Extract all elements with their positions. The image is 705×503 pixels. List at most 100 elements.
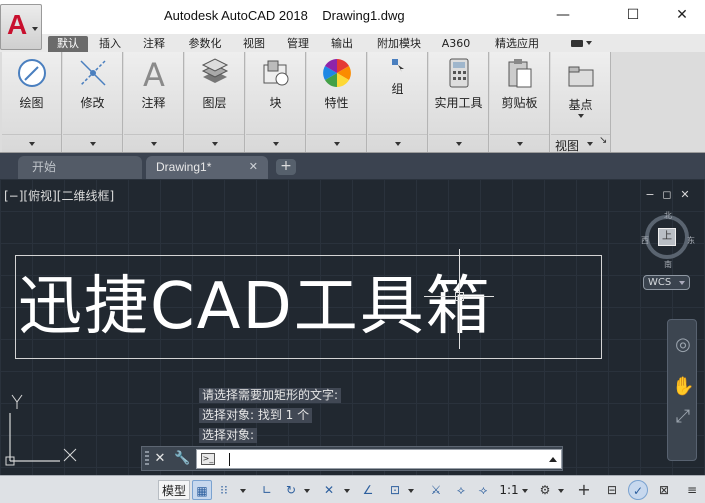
- close-icon[interactable]: ✕: [249, 156, 258, 179]
- isometric-icon[interactable]: ✕: [318, 480, 340, 500]
- ucs-icon: [5, 394, 77, 466]
- ribbon-display-toggle[interactable]: [568, 37, 594, 49]
- annotation-scale-icon[interactable]: ⟢: [474, 480, 492, 500]
- tab-parametric[interactable]: 参数化: [180, 36, 230, 52]
- minimize-button[interactable]: —: [540, 0, 586, 30]
- navigation-bar: ◎ ✋ ⤢: [667, 319, 697, 461]
- crosshair-pickbox: [455, 292, 464, 301]
- pan-hand-icon[interactable]: ✋: [672, 376, 694, 398]
- object-snap-icon[interactable]: ⊡: [386, 480, 404, 500]
- chevron-down-icon[interactable]: [587, 142, 593, 146]
- panel-draw[interactable]: 绘图: [2, 52, 62, 152]
- panel-label-layers: 图层: [202, 96, 227, 110]
- tab-insert[interactable]: 插入: [92, 36, 128, 52]
- viewport-close-icon[interactable]: ✕: [678, 189, 692, 201]
- panel-view[interactable]: 基点 视图 ↘: [551, 52, 611, 153]
- command-prompt-icon[interactable]: >_: [201, 453, 215, 465]
- tab-start[interactable]: 开始: [18, 156, 142, 179]
- panel-launcher-icon[interactable]: ↘: [599, 135, 607, 146]
- chevron-up-icon[interactable]: [549, 457, 557, 462]
- tab-featured-apps[interactable]: 精选应用: [484, 36, 550, 52]
- panel-modify[interactable]: 修改: [63, 52, 123, 152]
- chevron-down-icon[interactable]: [333, 142, 340, 146]
- tab-output[interactable]: 输出: [324, 36, 360, 52]
- menu-icon[interactable]: ≡: [682, 480, 702, 500]
- gear-icon[interactable]: ⚙: [536, 480, 554, 500]
- chevron-down-icon[interactable]: [150, 142, 157, 146]
- snap-icon[interactable]: ⁝⁝: [214, 480, 234, 500]
- tab-view[interactable]: 视图: [236, 36, 272, 52]
- chevron-down-icon[interactable]: [211, 142, 218, 146]
- panel-utilities[interactable]: 实用工具: [429, 52, 489, 152]
- tab-default[interactable]: 默认: [48, 36, 88, 52]
- tab-drawing1[interactable]: Drawing1* ✕: [146, 156, 268, 179]
- viewport-restore-icon[interactable]: ◻: [660, 189, 674, 201]
- chevron-down-icon[interactable]: [240, 489, 246, 493]
- chevron-down-icon[interactable]: [522, 489, 528, 493]
- polar-tracking-icon[interactable]: ↻: [282, 480, 300, 500]
- chevron-down-icon[interactable]: [394, 142, 401, 146]
- panel-label-basepoint[interactable]: 基点: [551, 96, 610, 113]
- tab-annotate[interactable]: 注释: [136, 36, 172, 52]
- tab-a360[interactable]: A360: [436, 36, 476, 52]
- chevron-down-icon[interactable]: [28, 142, 35, 146]
- svg-text:A: A: [143, 57, 165, 89]
- annotation-visibility-icon[interactable]: ⚔: [426, 480, 446, 500]
- chevron-down-icon[interactable]: [344, 489, 350, 493]
- panel-annotate[interactable]: A 注释: [124, 52, 184, 152]
- panel-block[interactable]: 块: [246, 52, 306, 152]
- drawing-text[interactable]: 迅捷CAD工具箱: [18, 259, 598, 355]
- window-title: Autodesk AutoCAD 2018 Drawing1.dwg: [164, 8, 405, 23]
- clipboard-icon: [508, 59, 531, 88]
- viewcube-top-face[interactable]: 上: [658, 228, 676, 246]
- drawing-canvas[interactable]: [−][俯视][二维线框] − ◻ ✕ 迅捷CAD工具箱 上 北 西 东 南 W…: [0, 179, 705, 475]
- chevron-down-icon[interactable]: [578, 114, 584, 118]
- annotation-scale-value[interactable]: 1:1: [498, 480, 520, 500]
- chevron-down-icon[interactable]: [304, 489, 310, 493]
- tab-addins[interactable]: 附加模块: [368, 36, 430, 52]
- zoom-extents-icon[interactable]: ⤢: [672, 406, 694, 428]
- panel-layers[interactable]: 图层: [185, 52, 245, 152]
- wcs-menu[interactable]: WCS: [643, 275, 690, 290]
- grid-icon[interactable]: ▦: [192, 480, 212, 500]
- hardware-acceleration-icon[interactable]: ✓: [628, 480, 648, 500]
- viewport-minimize-icon[interactable]: −: [643, 189, 657, 201]
- new-tab-button[interactable]: +: [276, 159, 296, 175]
- object-snap-tracking-icon[interactable]: ∠: [358, 480, 378, 500]
- chevron-down-icon[interactable]: [516, 142, 523, 146]
- ribbon-tab-bar: 默认 插入 注释 参数化 视图 管理 输出 附加模块 A360 精选应用: [0, 34, 705, 52]
- panel-properties[interactable]: 特性: [307, 52, 367, 152]
- insert-block-icon: [263, 60, 288, 86]
- auto-scale-icon[interactable]: ⟡: [452, 480, 470, 500]
- model-space-button[interactable]: 模型: [158, 480, 190, 500]
- chevron-down-icon[interactable]: [455, 142, 462, 146]
- command-history-line: 选择对象: 找到 1 个: [199, 408, 313, 423]
- tab-manage[interactable]: 管理: [280, 36, 316, 52]
- panel-clipboard[interactable]: 剪贴板: [490, 52, 550, 152]
- wrench-icon[interactable]: 🔧: [174, 450, 190, 467]
- drag-handle[interactable]: [145, 451, 149, 467]
- tab-start-label: 开始: [32, 160, 57, 174]
- title-bar: Autodesk AutoCAD 2018 Drawing1.dwg — ☐ ✕: [0, 0, 705, 34]
- viewcube[interactable]: 上: [645, 215, 689, 259]
- panel-groups[interactable]: 组: [368, 52, 428, 152]
- command-input[interactable]: >_: [196, 449, 562, 469]
- clean-screen-icon[interactable]: ⊠: [654, 480, 674, 500]
- chevron-down-icon: [679, 281, 685, 285]
- maximize-button[interactable]: ☐: [610, 0, 656, 30]
- close-icon[interactable]: ✕: [152, 450, 168, 467]
- chevron-down-icon[interactable]: [558, 489, 564, 493]
- close-window-button[interactable]: ✕: [659, 0, 705, 30]
- viewport-controls-label[interactable]: [−][俯视][二维线框]: [4, 187, 114, 204]
- application-menu-button[interactable]: A: [0, 4, 42, 50]
- chevron-down-icon[interactable]: [89, 142, 96, 146]
- ortho-icon[interactable]: ∟: [258, 480, 276, 500]
- chevron-down-icon[interactable]: [272, 142, 279, 146]
- chevron-down-icon[interactable]: [408, 489, 414, 493]
- compass-south: 南: [664, 260, 672, 269]
- steering-wheel-icon[interactable]: ◎: [672, 334, 694, 356]
- add-icon[interactable]: +: [574, 480, 594, 500]
- panel-label-view: 视图: [555, 139, 580, 153]
- tab-drawing1-label: Drawing1*: [156, 160, 212, 174]
- isolate-objects-icon[interactable]: ⊟: [602, 480, 622, 500]
